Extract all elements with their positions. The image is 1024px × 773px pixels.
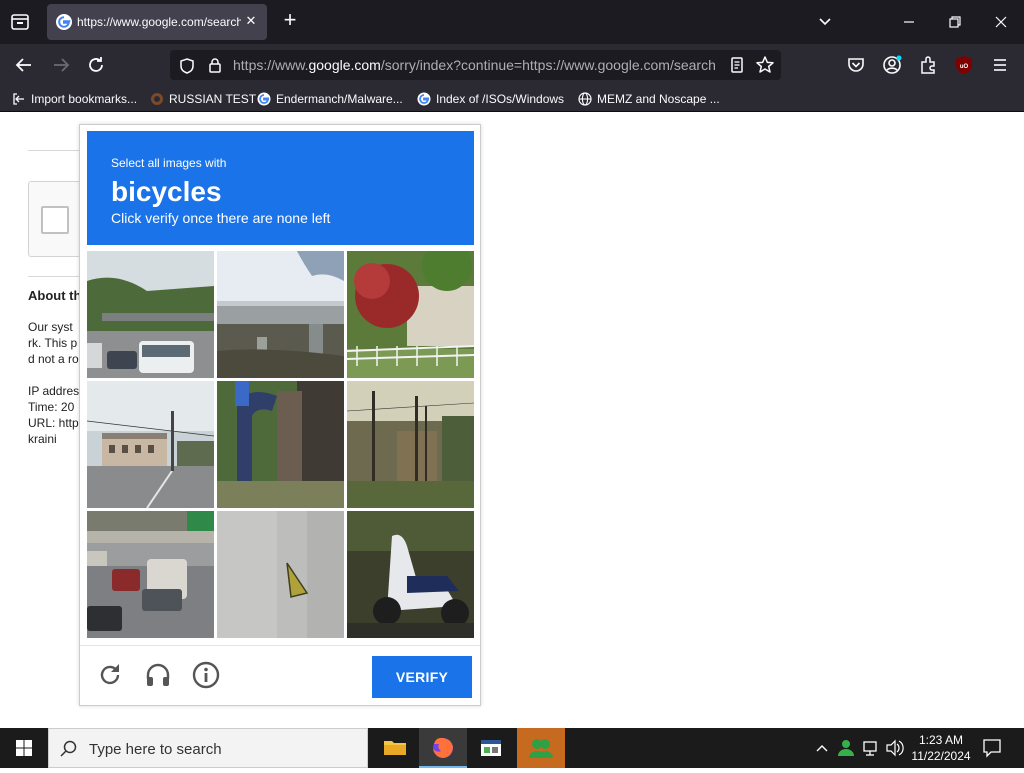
divider	[28, 150, 80, 151]
page-line: kraini	[28, 432, 57, 446]
tab-title: https://www.google.com/search	[77, 15, 241, 29]
image-tile-building[interactable]	[87, 381, 214, 508]
page-line: rk. This p	[28, 336, 78, 350]
tray-chevron-icon[interactable]	[812, 728, 832, 768]
bookmark-star-icon[interactable]	[755, 55, 775, 75]
chevron-down-icon[interactable]	[815, 12, 835, 32]
bookmark-label: RUSSIAN TEST	[169, 92, 257, 106]
extensions-icon[interactable]	[917, 54, 939, 76]
bookmarks-toolbar: Import bookmarks... RUSSIAN TEST Enderma…	[0, 86, 1024, 112]
instruction-text: Select all images with	[111, 156, 227, 170]
globe-icon	[578, 92, 592, 106]
firefox-view-icon[interactable]	[8, 10, 32, 34]
lock-icon[interactable]	[206, 56, 224, 74]
info-icon[interactable]	[191, 660, 221, 690]
windows-start-icon[interactable]	[0, 728, 48, 768]
ublock-origin-icon[interactable]: uO	[953, 54, 975, 76]
forward-arrow-icon[interactable]	[50, 54, 72, 76]
restore-icon[interactable]	[943, 10, 967, 34]
about-heading: About th	[28, 288, 82, 303]
clock-time: 1:23 AM	[918, 733, 964, 747]
audio-challenge-icon[interactable]	[143, 660, 173, 690]
search-icon	[60, 740, 77, 757]
bookmark-import[interactable]: Import bookmarks...	[12, 90, 137, 108]
bookmark-index-isos[interactable]: Index of /ISOs/Windows	[417, 90, 564, 108]
google-icon	[257, 92, 271, 106]
user-tray-icon[interactable]	[835, 728, 857, 768]
bookmark-memz[interactable]: MEMZ and Noscape ...	[578, 90, 720, 108]
challenge-target: bicycles	[111, 176, 222, 207]
bookmark-label: Import bookmarks...	[31, 92, 138, 106]
notifications-icon[interactable]	[980, 728, 1004, 768]
active-tab[interactable]: https://www.google.com/search ✕	[47, 4, 267, 40]
menu-icon[interactable]	[989, 54, 1011, 76]
navigation-toolbar: https://www.google.com/sorry/index?conti…	[0, 44, 1024, 86]
bookmark-endermanch[interactable]: Endermanch/Malware...	[257, 90, 403, 108]
challenge-footer: VERIFY	[80, 645, 480, 705]
image-tile-blurry-sign[interactable]	[217, 511, 344, 638]
people-app-icon[interactable]	[517, 728, 565, 768]
account-icon[interactable]	[881, 54, 903, 76]
tab-bar: https://www.google.com/search ✕ +	[0, 0, 1024, 44]
window-app-icon[interactable]	[467, 728, 515, 768]
bookmark-label: Endermanch/Malware...	[276, 92, 403, 106]
page-line: Time: 20	[28, 400, 75, 414]
close-window-icon[interactable]	[989, 10, 1013, 34]
bookmark-russian-test[interactable]: RUSSIAN TEST	[150, 90, 256, 108]
tab-close-icon[interactable]: ✕	[243, 13, 259, 29]
search-placeholder: Type here to search	[89, 741, 222, 758]
address-bar[interactable]: https://www.google.com/sorry/index?conti…	[170, 50, 781, 80]
image-grid	[87, 251, 474, 638]
windows-taskbar: Type here to search 1:23 AM 11/22/2024	[0, 728, 1024, 768]
url-text[interactable]: https://www.google.com/sorry/index?conti…	[233, 57, 719, 73]
file-explorer-icon[interactable]	[371, 728, 419, 768]
reload-icon[interactable]	[85, 54, 107, 76]
taskbar-search-box[interactable]: Type here to search	[48, 728, 368, 768]
clock-date: 11/22/2024	[911, 749, 971, 763]
recaptcha-checkbox[interactable]	[41, 206, 69, 234]
image-tile-street-poles[interactable]	[347, 381, 474, 508]
image-tile-highway[interactable]	[87, 511, 214, 638]
image-tile-pole-closeup[interactable]	[217, 381, 344, 508]
import-icon	[13, 93, 24, 105]
minimize-icon[interactable]	[897, 10, 921, 34]
google-icon	[417, 92, 431, 106]
network-icon[interactable]	[860, 728, 882, 768]
verify-button[interactable]: VERIFY	[372, 656, 472, 698]
page-line: Our syst	[28, 320, 73, 334]
back-arrow-icon[interactable]	[13, 54, 35, 76]
google-icon	[56, 14, 72, 30]
image-tile-road-overpass[interactable]	[87, 251, 214, 378]
reader-view-icon[interactable]	[728, 56, 746, 74]
image-tile-bridge[interactable]	[217, 251, 344, 378]
taskbar-clock[interactable]: 1:23 AM 11/22/2024	[904, 732, 978, 764]
tracking-shield-icon[interactable]	[178, 57, 196, 75]
bookmark-label: MEMZ and Noscape ...	[597, 92, 720, 106]
challenge-header: Select all images with bicycles Click ve…	[87, 131, 474, 245]
page-line: IP addres	[28, 384, 80, 398]
site-icon	[151, 93, 163, 105]
divider	[28, 276, 80, 277]
recaptcha-challenge: Select all images with bicycles Click ve…	[79, 124, 481, 706]
pocket-icon[interactable]	[845, 54, 867, 76]
new-tab-button[interactable]: +	[279, 9, 301, 32]
firefox-taskbar-icon[interactable]	[419, 728, 467, 768]
instruction-subtext: Click verify once there are none left	[111, 210, 331, 226]
reload-challenge-icon[interactable]	[95, 660, 125, 690]
page-line: d not a ro	[28, 352, 79, 366]
image-tile-red-tree[interactable]	[347, 251, 474, 378]
page-line: URL: http	[28, 416, 79, 430]
volume-icon[interactable]	[883, 728, 905, 768]
bookmark-label: Index of /ISOs/Windows	[436, 92, 565, 106]
svg-text:uO: uO	[960, 64, 969, 70]
image-tile-scooter[interactable]	[347, 511, 474, 638]
